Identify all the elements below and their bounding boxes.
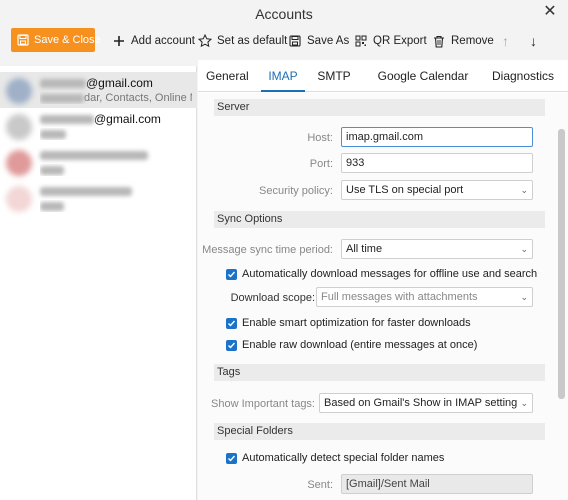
qr-code-icon (354, 34, 368, 48)
important-tags-value: Based on Gmail's Show in IMAP setting (324, 397, 518, 409)
account-item[interactable]: @gmail.com dar, Contacts, Online M... (0, 72, 197, 108)
tab-bar: General IMAP SMTP Google Calendar Diagno… (198, 60, 568, 92)
auto-detect-folders-checkbox[interactable]: Automatically detect special folder name… (226, 452, 444, 464)
smart-optimization-checkbox[interactable]: Enable smart optimization for faster dow… (226, 317, 471, 329)
checkmark-icon (226, 317, 237, 329)
redacted-text (40, 79, 86, 89)
tab-smtp[interactable]: SMTP (316, 60, 352, 92)
avatar (6, 78, 32, 104)
close-icon[interactable]: ✕ (541, 2, 559, 22)
section-tags: Tags (214, 364, 545, 381)
save-close-button[interactable]: Save & Close (11, 28, 101, 52)
sent-folder-label: Sent: (307, 479, 333, 491)
chevron-down-icon: ⌄ (520, 292, 528, 302)
sent-folder-input[interactable]: [Gmail]/Sent Mail (341, 474, 533, 494)
account-name: @gmail.com (94, 112, 161, 126)
security-policy-label: Security policy: (259, 185, 333, 197)
title-bar: Accounts ✕ (0, 0, 568, 26)
tab-diagnostics[interactable]: Diagnostics (490, 60, 556, 92)
account-settings-panel: General IMAP SMTP Google Calendar Diagno… (198, 60, 568, 500)
tab-general[interactable]: General (206, 60, 249, 92)
move-down-icon[interactable]: ↓ (530, 28, 537, 54)
qr-export-label: QR Export (373, 35, 427, 47)
checkmark-icon (226, 452, 237, 464)
host-input[interactable]: imap.gmail.com (341, 127, 533, 147)
redacted-text (40, 165, 64, 175)
save-as-button[interactable]: Save As (288, 28, 349, 54)
move-up-icon[interactable]: ↑ (502, 28, 509, 54)
section-server: Server (214, 99, 545, 116)
tab-imap[interactable]: IMAP (261, 60, 305, 92)
chevron-down-icon: ⌄ (520, 185, 528, 195)
chevron-down-icon: ⌄ (520, 398, 528, 408)
remove-label: Remove (451, 35, 494, 47)
add-account-button[interactable]: Add account (112, 28, 195, 54)
auto-download-label: Automatically download messages for offl… (242, 268, 538, 280)
plus-icon (112, 34, 126, 48)
avatar (6, 114, 32, 140)
auto-download-checkbox[interactable]: Automatically download messages for offl… (226, 268, 537, 280)
auto-detect-folders-label: Automatically detect special folder name… (242, 452, 445, 464)
avatar (6, 150, 32, 176)
account-item[interactable]: @gmail.com (0, 108, 197, 144)
set-default-button[interactable]: Set as default (198, 28, 287, 54)
important-tags-select[interactable]: Based on Gmail's Show in IMAP setting ⌄ (319, 393, 533, 413)
smart-optimization-label: Enable smart optimization for faster dow… (242, 317, 471, 329)
redacted-text (40, 129, 66, 139)
raw-download-checkbox[interactable]: Enable raw download (entire messages at … (226, 339, 477, 351)
account-subtitle: dar, Contacts, Online M... (84, 92, 192, 104)
star-icon (198, 34, 212, 48)
save-close-label: Save & Close (34, 34, 101, 46)
vertical-scrollbar[interactable] (558, 129, 565, 399)
port-label: Port: (309, 158, 333, 170)
account-name: @gmail.com (86, 76, 153, 90)
save-icon (17, 33, 29, 47)
set-default-label: Set as default (217, 35, 288, 47)
sync-period-label: Message sync time period: (202, 244, 333, 256)
redacted-text (40, 151, 148, 161)
redacted-text (40, 115, 94, 125)
remove-button[interactable]: Remove (432, 28, 494, 54)
checkmark-icon (226, 339, 237, 351)
account-list: @gmail.com dar, Contacts, Online M... @g… (0, 66, 197, 500)
raw-download-label: Enable raw download (entire messages at … (242, 339, 478, 351)
download-scope-select[interactable]: Full messages with attachments ⌄ (316, 287, 533, 307)
sync-period-select[interactable]: All time ⌄ (341, 239, 533, 259)
host-label: Host: (307, 132, 333, 144)
toolbar: Save & Close Add account Set as default … (0, 26, 568, 60)
trash-icon (432, 34, 446, 48)
download-scope-label: Download scope: (230, 292, 315, 304)
window-title: Accounts (255, 6, 313, 22)
avatar (6, 186, 32, 212)
add-account-label: Add account (131, 35, 195, 47)
account-item[interactable] (0, 180, 197, 216)
port-input[interactable]: 933 (341, 153, 533, 173)
account-item[interactable] (0, 144, 197, 180)
settings-scroll-area: Server Host: imap.gmail.com Port: 933 Se… (198, 93, 568, 500)
section-sync-options: Sync Options (214, 211, 545, 228)
qr-export-button[interactable]: QR Export (354, 28, 427, 54)
security-policy-value: Use TLS on special port (346, 184, 464, 196)
save-as-icon (288, 34, 302, 48)
important-tags-label: Show Important tags: (211, 398, 315, 410)
security-policy-select[interactable]: Use TLS on special port ⌄ (341, 180, 533, 200)
sync-period-value: All time (346, 243, 383, 255)
download-scope-value: Full messages with attachments (321, 291, 478, 303)
checkmark-icon (226, 268, 237, 280)
redacted-text (40, 187, 132, 197)
redacted-text (40, 93, 84, 103)
tab-google-calendar[interactable]: Google Calendar (370, 60, 476, 92)
chevron-down-icon: ⌄ (520, 244, 528, 254)
redacted-text (40, 201, 64, 211)
section-special-folders: Special Folders (214, 423, 545, 440)
save-as-label: Save As (307, 35, 350, 47)
